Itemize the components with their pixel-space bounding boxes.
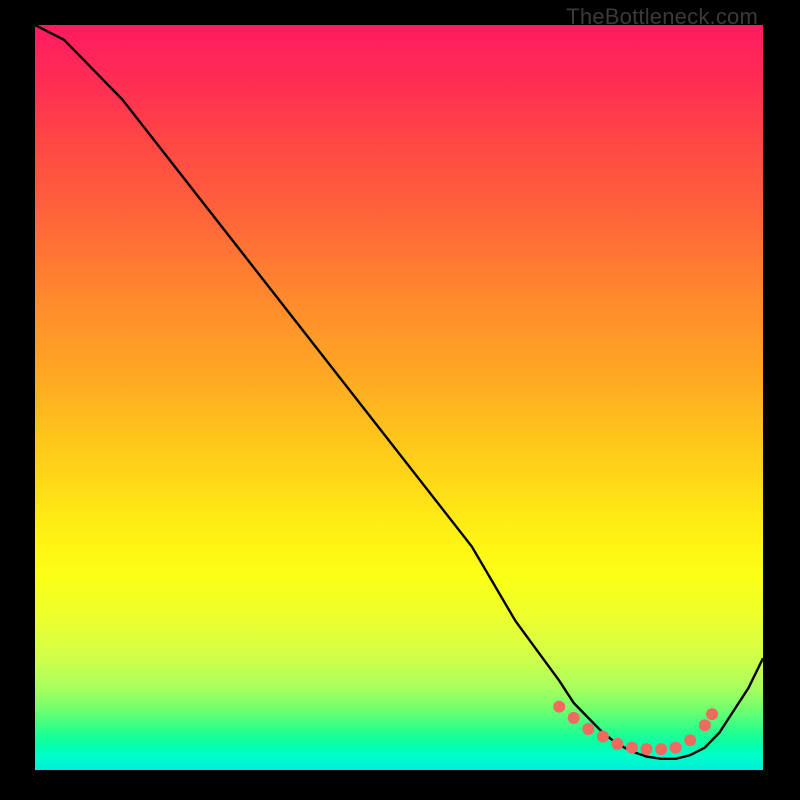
optimum-dot (553, 701, 565, 713)
watermark-text: TheBottleneck.com (566, 4, 758, 30)
optimum-dot (655, 743, 667, 755)
optimum-dot (597, 730, 609, 742)
chart-container: TheBottleneck.com (0, 0, 800, 800)
optimum-dot (641, 743, 653, 755)
optimum-dot (670, 742, 682, 754)
optimum-dot (706, 708, 718, 720)
optimum-dot (611, 738, 623, 750)
curve-svg (35, 25, 763, 770)
optimum-dot (626, 742, 638, 754)
plot-area (35, 25, 763, 770)
optimum-dot (699, 719, 711, 731)
optimum-dot (582, 723, 594, 735)
optimum-dot (568, 712, 580, 724)
bottleneck-curve (35, 25, 763, 759)
optimum-dot (684, 734, 696, 746)
